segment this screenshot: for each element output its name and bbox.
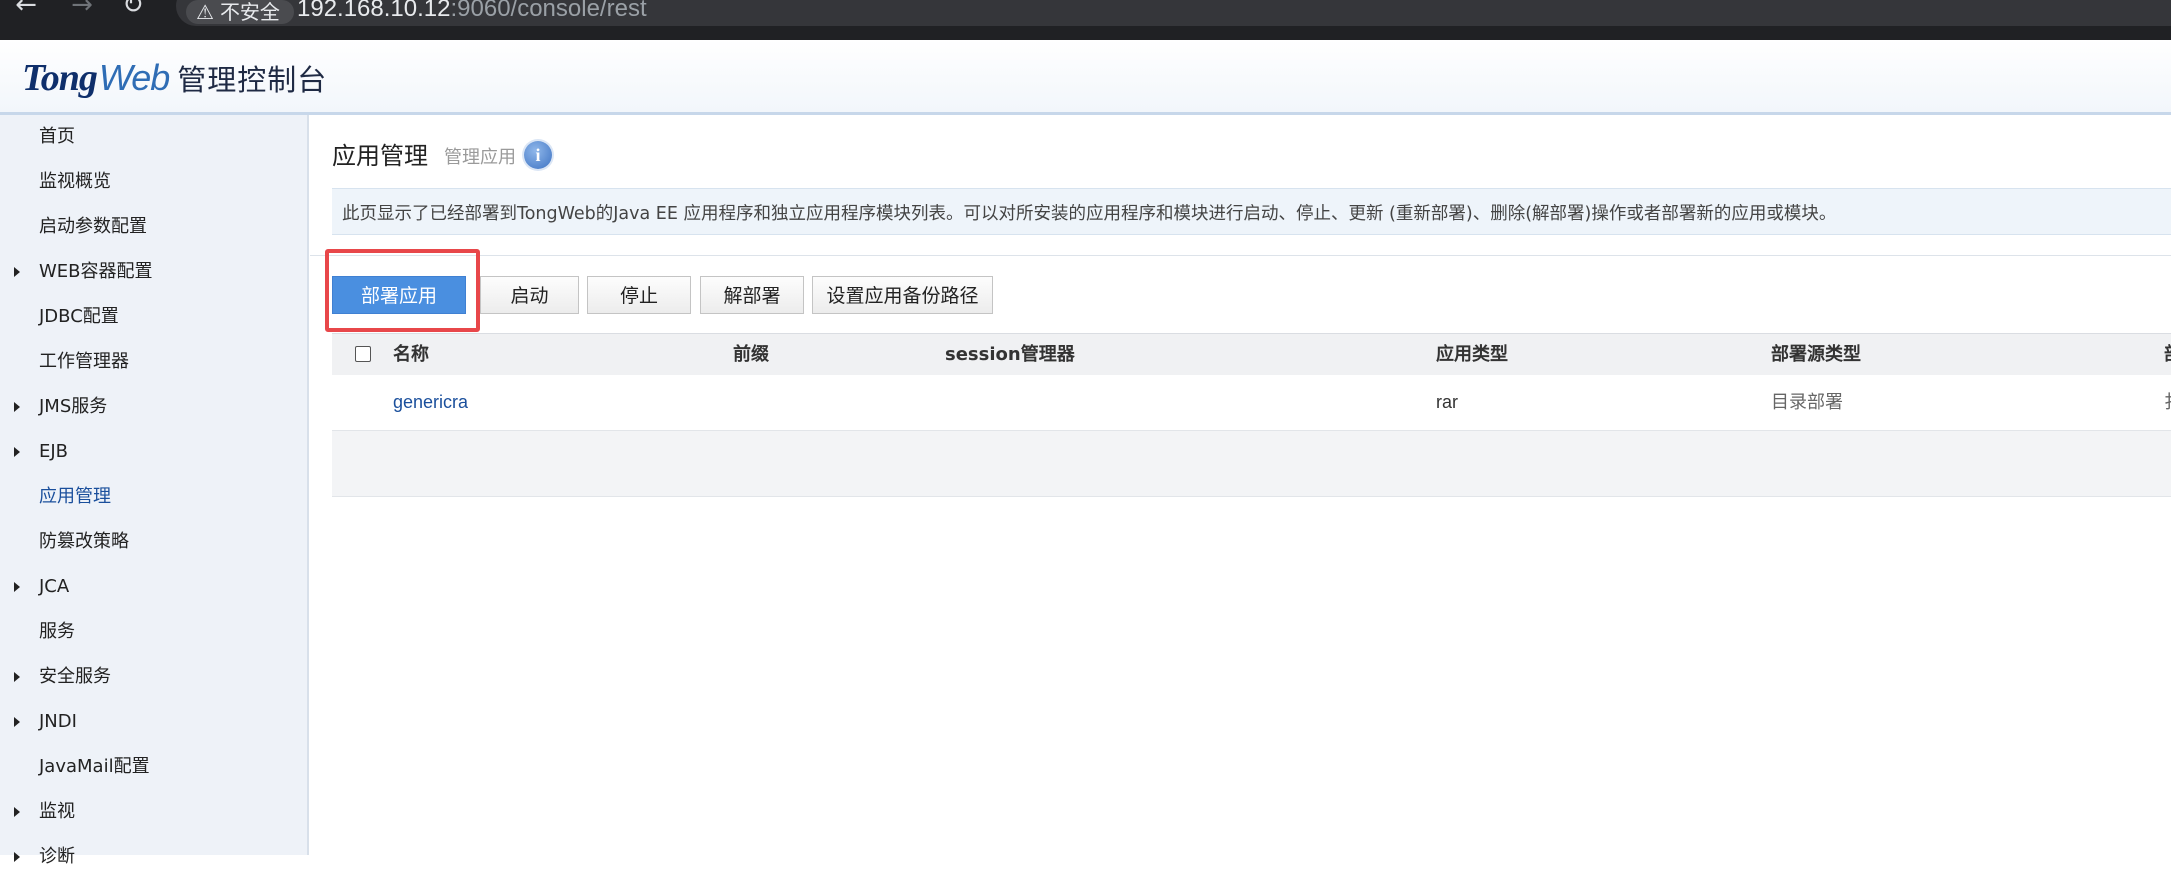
app-type: rar: [1436, 392, 1458, 412]
sidebar-item-label: JCA: [39, 576, 70, 597]
app-source-type: 目录部署: [1771, 392, 1843, 413]
caret-right-icon[interactable]: [14, 447, 20, 457]
sidebar-item-label: 防篡改策略: [39, 531, 129, 552]
column-header-name[interactable]: 名称: [393, 334, 429, 375]
caret-right-icon[interactable]: [14, 267, 20, 277]
caret-right-icon[interactable]: [14, 402, 20, 412]
description-box: 此页显示了已经部署到TongWeb的Java EE 应用程序和独立应用程序模块列…: [332, 188, 2171, 235]
column-header-app-type[interactable]: 应用类型: [1436, 334, 1508, 375]
sidebar-item-7[interactable]: JMS服务: [0, 387, 307, 427]
address-bar[interactable]: ⚠ 不安全 192.168.10.12:9060/console/rest: [176, 0, 2171, 26]
sidebar-item-label: 启动参数配置: [39, 216, 147, 237]
tongweb-logo: Tong Web 管理控制台: [22, 57, 328, 99]
logo-web: Web: [98, 57, 170, 98]
sidebar-item-label: 监视概览: [39, 171, 111, 192]
page-description: 此页显示了已经部署到TongWeb的Java EE 应用程序和独立应用程序模块列…: [342, 204, 1837, 224]
sidebar-item-label: 服务: [39, 621, 75, 642]
sidebar-item-label: 监视: [39, 801, 75, 822]
sidebar-item-9[interactable]: 应用管理: [0, 477, 307, 517]
forward-arrow-icon[interactable]: →: [64, 0, 100, 18]
column-header-extra[interactable]: 部: [2164, 334, 2171, 375]
sidebar-item-label: 诊断: [39, 846, 75, 867]
url-host: 192.168.10.12: [297, 0, 451, 22]
column-header-prefix[interactable]: 前缀: [733, 334, 769, 375]
app-name-link[interactable]: genericra: [393, 375, 468, 430]
sidebar-item-label: JNDI: [39, 711, 77, 732]
sidebar-item-14[interactable]: JNDI: [0, 702, 307, 742]
table-header: 名称 前缀 session管理器 应用类型 部署源类型 部: [332, 333, 2171, 376]
app-extra: 扌: [2164, 375, 2171, 430]
sidebar-item-3[interactable]: 启动参数配置: [0, 207, 307, 247]
page-title: 应用管理: [332, 142, 428, 170]
undeploy-button[interactable]: 解部署: [700, 276, 804, 314]
caret-right-icon[interactable]: [14, 672, 20, 682]
sidebar-item-label: JDBC配置: [39, 306, 119, 327]
page-subtitle: 管理应用: [444, 147, 516, 168]
warning-icon: ⚠: [196, 0, 214, 24]
url-text[interactable]: 192.168.10.12:9060/console/rest: [297, 0, 647, 22]
sidebar-item-2[interactable]: 监视概览: [0, 162, 307, 202]
sidebar-item-label: WEB容器配置: [39, 261, 153, 282]
sidebar-item-13[interactable]: 安全服务: [0, 657, 307, 697]
table-empty-row: [332, 431, 2171, 497]
select-all-checkbox[interactable]: [355, 346, 371, 362]
sidebar-nav: 首页监视概览启动参数配置 WEB容器配置 JDBC配置 工作管理器 JMS服务 EJB 应用…: [0, 115, 309, 867]
app-header: Tong Web 管理控制台: [0, 40, 2171, 115]
sidebar-item-label: JavaMail配置: [39, 756, 150, 777]
caret-right-icon[interactable]: [14, 852, 20, 862]
info-icon[interactable]: i: [524, 141, 552, 169]
sidebar-item-label: 安全服务: [39, 666, 111, 687]
highlight-annotation: [325, 249, 480, 332]
header-title: 管理控制台: [177, 63, 328, 97]
caret-right-icon[interactable]: [14, 807, 20, 817]
column-header-source-type[interactable]: 部署源类型: [1771, 334, 1861, 375]
set-backup-path-button[interactable]: 设置应用备份路径: [812, 276, 993, 314]
sidebar-item-label: 工作管理器: [39, 351, 129, 372]
sidebar-item-15[interactable]: JavaMail配置: [0, 747, 307, 787]
security-chip[interactable]: ⚠ 不安全: [186, 0, 294, 24]
sidebar-item-16[interactable]: 监视: [0, 792, 307, 832]
sidebar-item-11[interactable]: JCA: [0, 567, 307, 607]
sidebar-item-5[interactable]: JDBC配置: [0, 297, 307, 337]
sidebar-item-8[interactable]: EJB: [0, 432, 307, 472]
caret-right-icon[interactable]: [14, 717, 20, 727]
sidebar-item-6[interactable]: 工作管理器: [0, 342, 307, 382]
sidebar-item-4[interactable]: WEB容器配置: [0, 252, 307, 292]
security-label: 不安全: [219, 0, 280, 24]
caret-right-icon[interactable]: [14, 582, 20, 592]
sidebar-item-label: 应用管理: [39, 486, 111, 507]
back-arrow-icon[interactable]: ←: [8, 0, 44, 18]
sidebar-item-12[interactable]: 服务: [0, 612, 307, 652]
sidebar-item-1[interactable]: 首页: [0, 117, 307, 157]
sidebar-item-label: EJB: [39, 441, 69, 462]
logo-tong: Tong: [22, 57, 98, 99]
browser-toolbar: ← → ↻ ⚠ 不安全 192.168.10.12:9060/console/r…: [0, 0, 2171, 40]
column-header-session[interactable]: session管理器: [945, 334, 1075, 375]
sidebar-item-label: 首页: [39, 126, 75, 147]
sidebar-item-17[interactable]: 诊断: [0, 837, 307, 877]
url-path: :9060/console/rest: [450, 0, 647, 22]
sidebar-item-label: JMS服务: [39, 396, 108, 417]
divider: [310, 255, 2171, 256]
sidebar-item-10[interactable]: 防篡改策略: [0, 522, 307, 562]
reload-icon[interactable]: ↻: [115, 0, 151, 18]
start-button[interactable]: 启动: [480, 276, 579, 314]
table-row: genericra rar 目录部署 扌: [332, 375, 2171, 431]
stop-button[interactable]: 停止: [587, 276, 691, 314]
